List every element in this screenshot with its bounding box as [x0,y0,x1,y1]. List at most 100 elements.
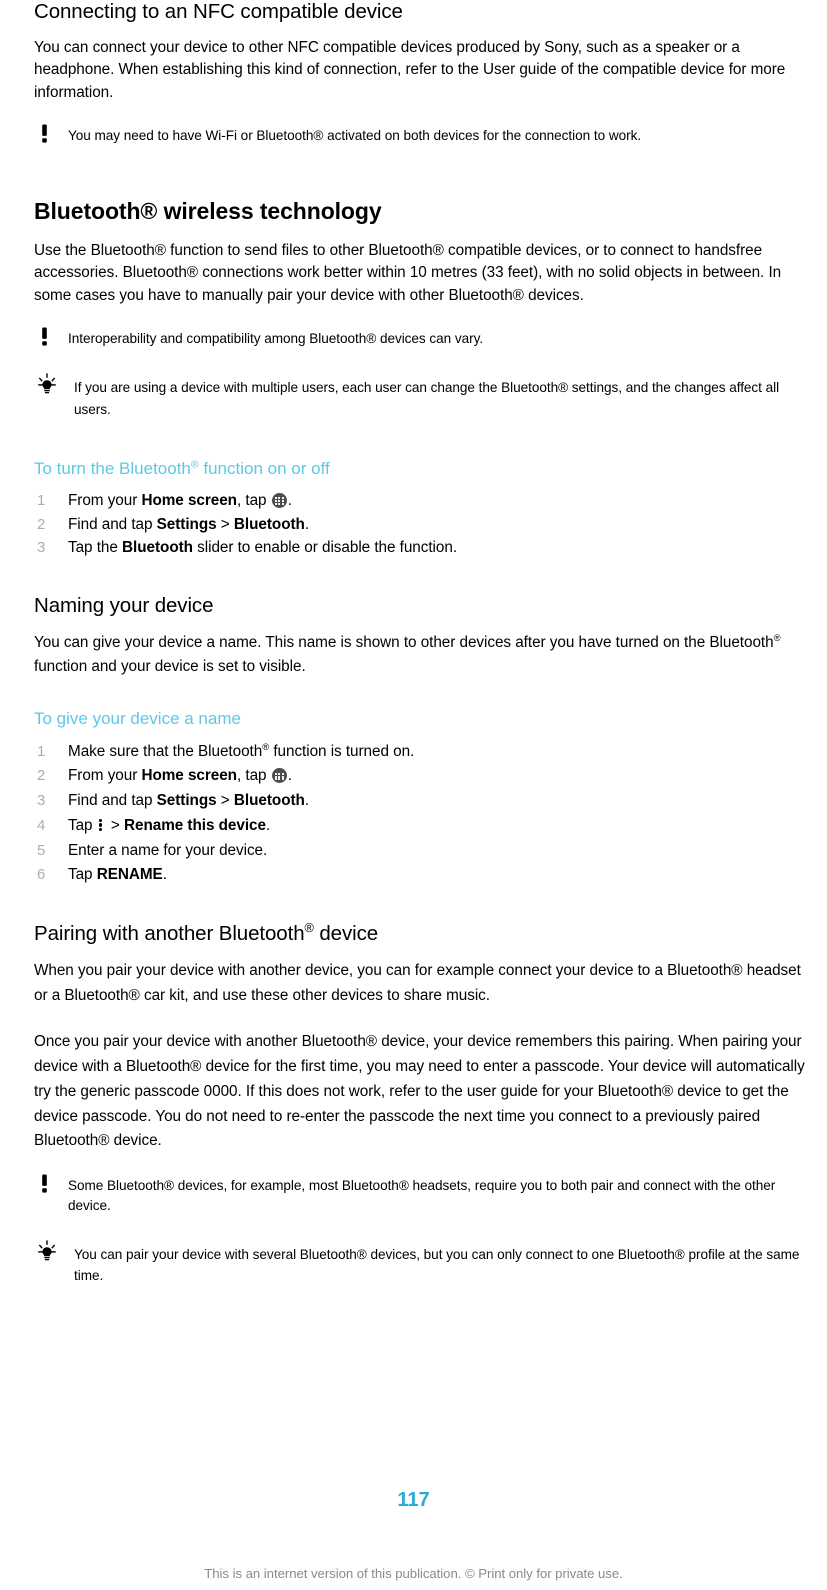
note-pairing-headsets: Some Bluetooth® devices, for example, mo… [34,1174,817,1215]
step-text-before: Make sure that the Bluetooth [68,742,263,760]
note-text: You may need to have Wi-Fi or Bluetooth®… [68,128,642,144]
list-item: Find and tap Settings > Bluetooth. [34,513,817,537]
tip-icon-slot [34,1239,68,1264]
paragraph-pairing-1: When you pair your device with another d… [34,961,801,1004]
note-text: Interoperability and compatibility among… [68,331,484,347]
list-item: Tap the Bluetooth slider to enable or di… [34,536,817,560]
task-heading-suffix: function on or off [198,458,330,478]
step-text-before: Tap [68,816,97,834]
step-text-mid: > [216,515,234,533]
note-nfc-wifi-bluetooth: You may need to have Wi-Fi or Bluetooth®… [34,124,817,146]
list-item: Tap RENAME. [34,863,817,888]
tip-text: You can pair your device with several Bl… [74,1246,800,1284]
step-text-mid: > [216,792,234,810]
list-item: Enter a name for your device. [34,839,817,864]
heading-bluetooth-wireless-technology: Bluetooth® wireless technology [34,198,817,226]
task-heading-prefix: To turn the Bluetooth [34,458,191,478]
heading-connecting-nfc: Connecting to an NFC compatible device [34,0,403,23]
step-text-after: . [162,866,167,884]
paragraph-bluetooth-intro: Use the Bluetooth® function to send file… [34,241,782,304]
paragraph-text-b: function and your device is set to visib… [34,658,306,676]
note-icon-slot [34,327,68,349]
registered-mark: ® [304,920,314,936]
footer-copyright-note: This is an internet version of this publ… [204,1566,623,1581]
heading-text-prefix: Bluetooth [34,198,141,225]
step-text-after: slider to enable or disable the function… [192,539,458,557]
heading-registered-mark: ® [140,198,158,225]
step-bold-term: Settings [156,515,217,533]
heading-task-give-device-a-name: To give your device a name [34,709,241,729]
step-text-before: From your [68,491,142,509]
list-item: Find and tap Settings > Bluetooth. [34,789,817,814]
step-bold-term: Home screen [141,767,237,785]
app-drawer-icon [271,768,287,784]
step-text-after: . [287,491,292,509]
list-item: Tap > Rename this device. [34,814,817,839]
tip-bluetooth-multiple-users: If you are using a device with multiple … [34,373,817,421]
warning-icon [38,1174,52,1194]
paragraph-pairing-2: Once you pair your device with another B… [34,1033,805,1150]
document-page: Connecting to an NFC compatible device Y… [0,0,827,1590]
list-item: From your Home screen, tap . [34,489,817,513]
list-item: Make sure that the Bluetooth® function i… [34,740,817,765]
step-text-after: . [287,767,292,785]
step-text-after: . [265,816,271,834]
note-bluetooth-interoperability: Interoperability and compatibility among… [34,327,817,349]
step-text-before: Tap the [68,539,123,557]
heading-task-turn-bluetooth-on-off: To turn the Bluetooth® function on or of… [34,459,817,479]
step-text-before: From your [68,767,142,785]
paragraph-nfc-intro: You can connect your device to other NFC… [34,38,786,101]
tip-pairing-multiple-devices: You can pair your device with several Bl… [34,1239,817,1288]
tip-icon-slot [34,373,68,397]
step-bold-term: Settings [156,792,217,810]
page-number: 117 [397,1489,430,1511]
page-content: Connecting to an NFC compatible device Y… [0,0,827,1287]
app-drawer-icon [271,492,287,508]
step-text-after: . [304,515,310,533]
steps-turn-bluetooth-on-off: From your Home screen, tap . Find and ta… [34,489,817,560]
step-text-mid: > [106,816,125,834]
step-bold-term-2: Bluetooth [233,792,305,810]
step-text-after: function is turned on. [269,742,415,760]
lightbulb-icon [34,373,60,395]
tip-text: If you are using a device with multiple … [74,380,780,417]
step-text-before: Find and tap [68,792,157,810]
step-text-before: Enter a name for your device. [68,841,268,859]
note-icon-slot [34,1174,68,1196]
step-bold-term-2: Rename this device [124,816,266,834]
heading-text-prefix: Pairing with another Bluetooth [34,922,305,946]
step-text-after: . [304,792,310,810]
paragraph-text-a: You can give your device a name. This na… [34,633,774,651]
list-item: From your Home screen, tap . [34,764,817,789]
warning-icon [38,124,52,144]
step-bold-term: Bluetooth [122,539,193,557]
step-bold-term: RENAME [96,866,163,884]
heading-naming-your-device: Naming your device [34,594,214,618]
step-text-mid: , tap [236,491,271,509]
heading-text-suffix: wireless technology [157,198,382,225]
heading-pairing-with-another-bluetooth-device: Pairing with another Bluetooth® device [34,922,817,947]
step-bold-term-2: Bluetooth [233,515,305,533]
step-text-before: Find and tap [68,515,157,533]
step-text-mid: , tap [236,767,271,785]
heading-text-suffix: device [313,922,379,946]
warning-icon [38,327,52,347]
step-text-before: Tap [68,866,97,884]
registered-mark: ® [773,632,781,644]
paragraph-naming-intro: You can give your device a name. This na… [34,631,817,681]
kebab-menu-icon [98,817,104,832]
steps-give-device-a-name: Make sure that the Bluetooth® function i… [34,740,817,889]
note-text: Some Bluetooth® devices, for example, mo… [68,1178,776,1213]
registered-mark: ® [190,457,199,470]
note-icon-slot [34,124,68,146]
lightbulb-icon [34,1239,60,1262]
